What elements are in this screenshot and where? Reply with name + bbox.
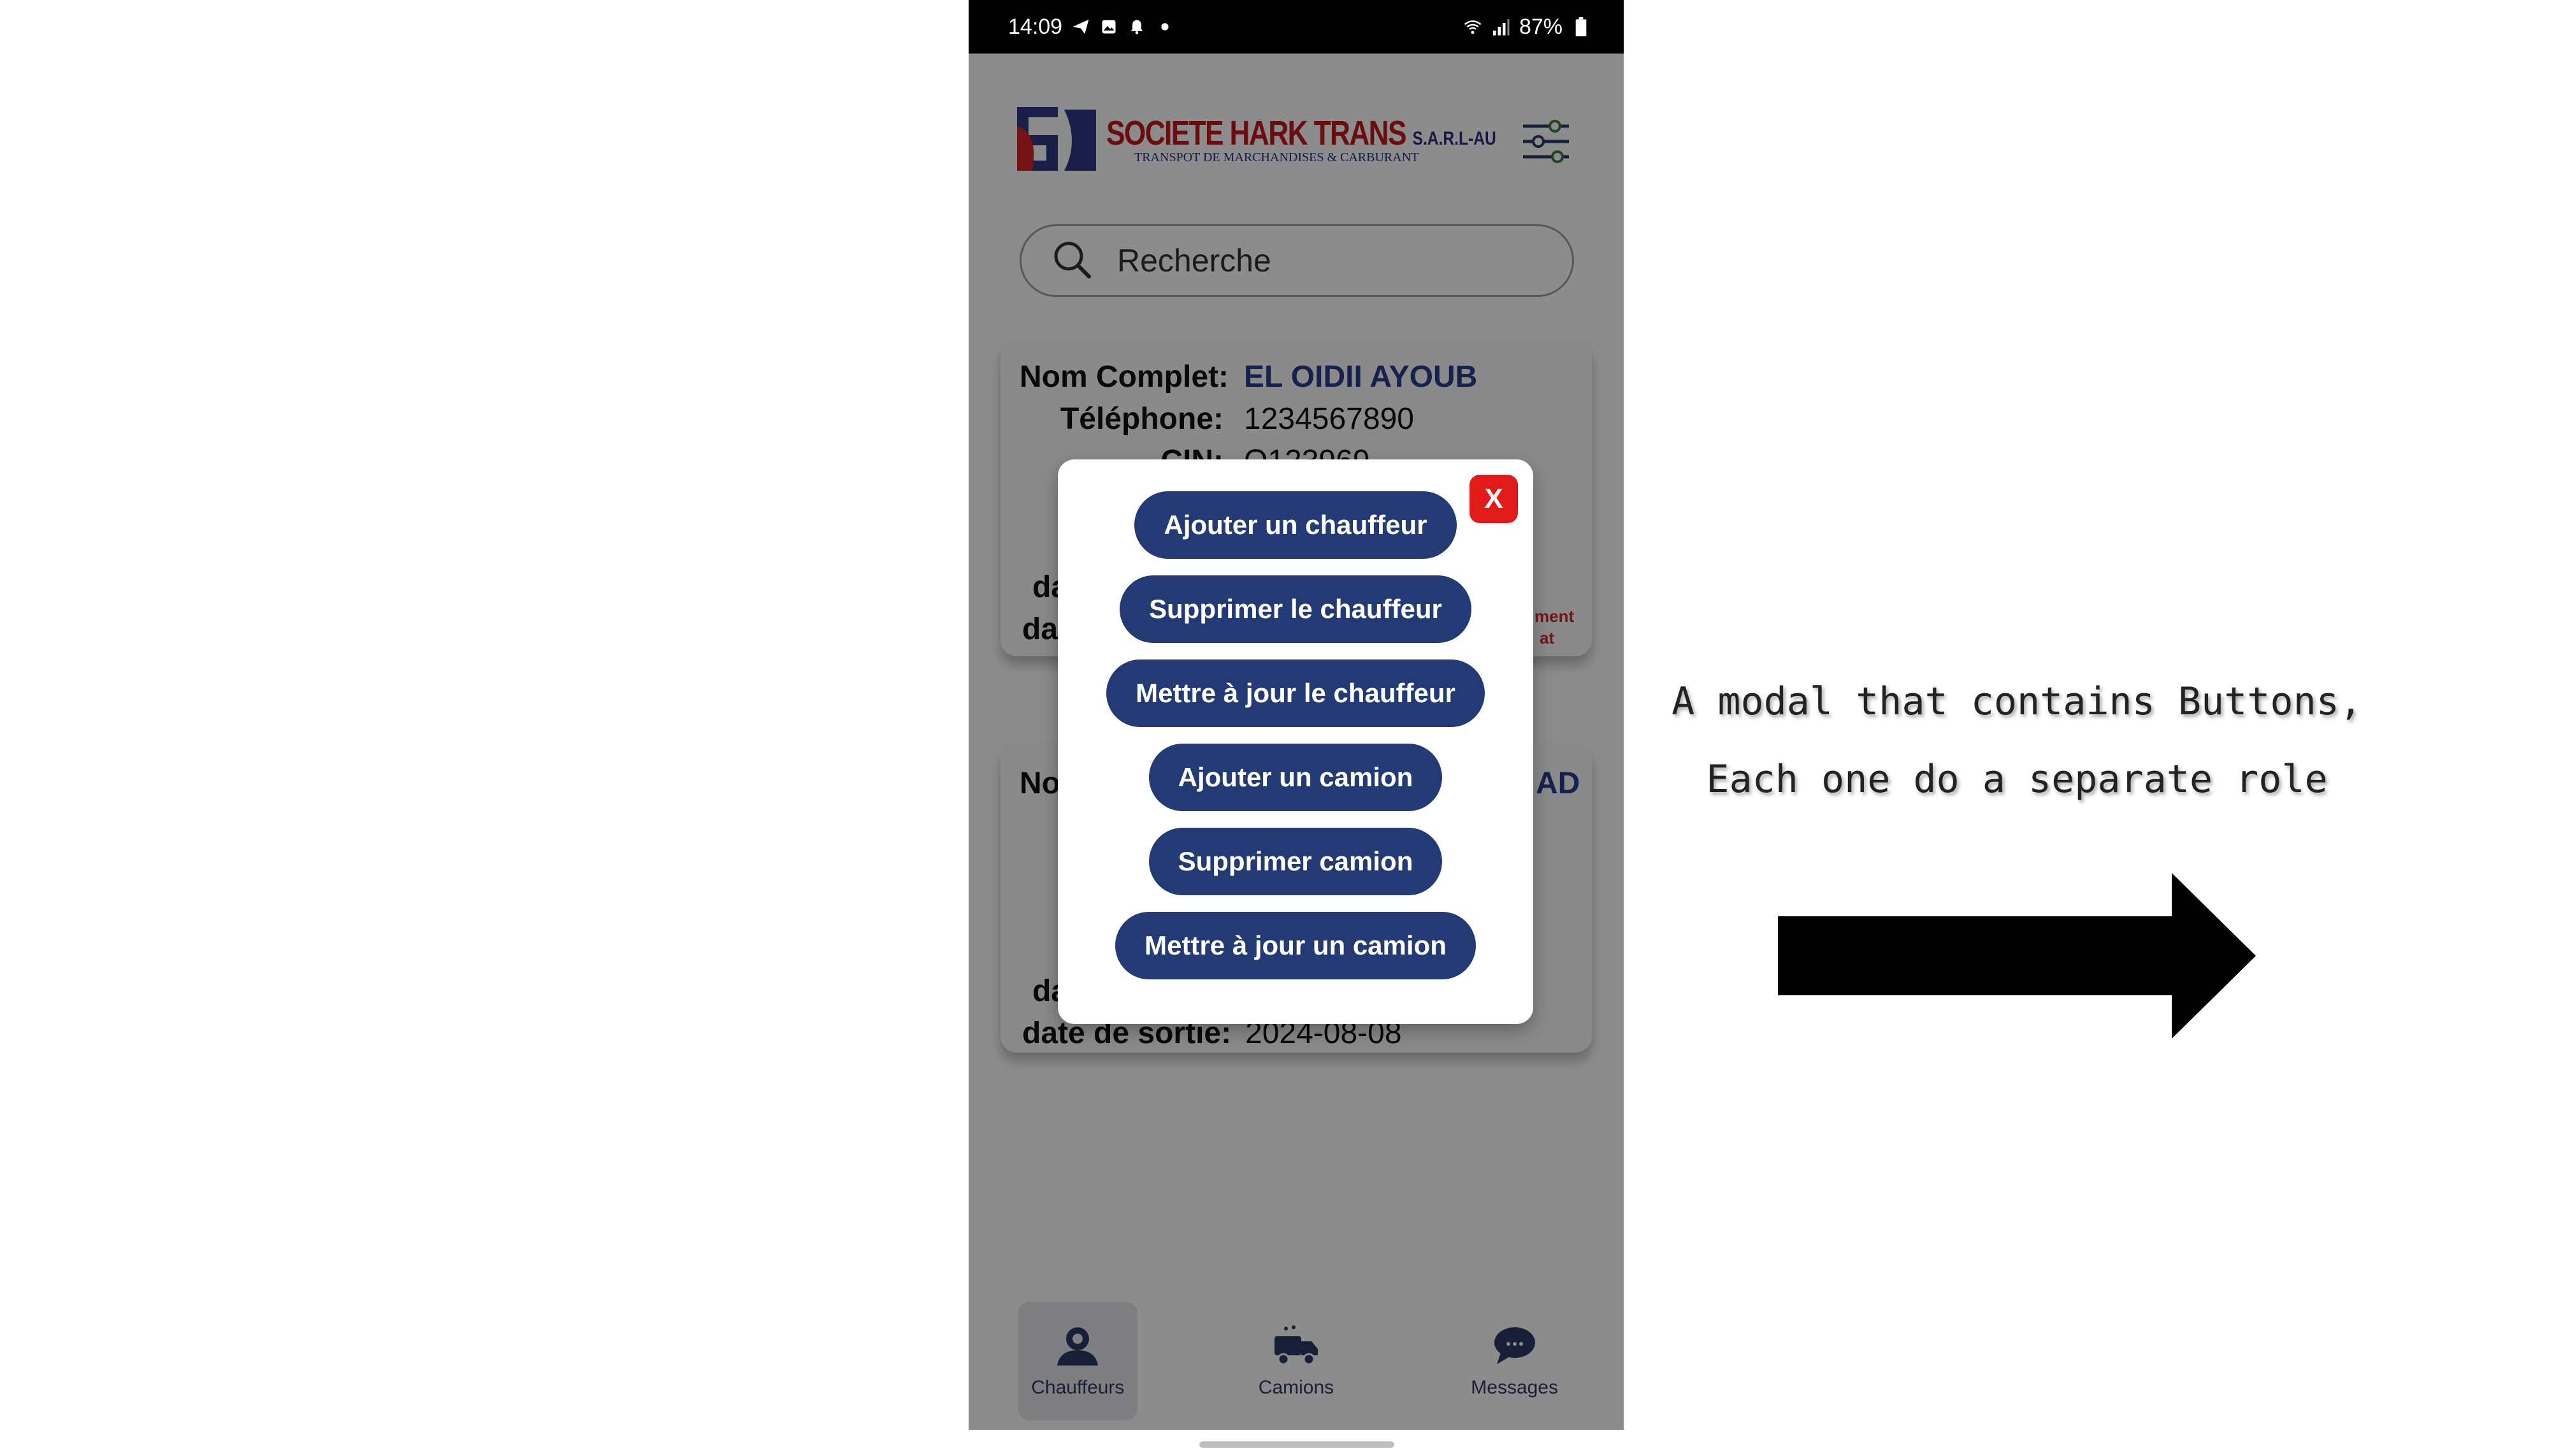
right-arrow-icon [1778, 873, 2256, 1039]
update-driver-button[interactable]: Mettre à jour le chauffeur [1106, 660, 1485, 727]
battery-percent: 87% [1519, 14, 1563, 39]
annotation-text: A modal that contains Buttons, Each one … [1622, 663, 2412, 818]
bell-icon [1127, 17, 1146, 36]
delete-truck-button[interactable]: Supprimer camion [1148, 828, 1443, 895]
update-truck-button[interactable]: Mettre à jour un camion [1115, 912, 1476, 979]
battery-icon [1571, 17, 1591, 36]
add-driver-button[interactable]: Ajouter un chauffeur [1134, 491, 1457, 559]
actions-modal: X Ajouter un chauffeur Supprimer le chau… [1058, 459, 1533, 1024]
delete-driver-button[interactable]: Supprimer le chauffeur [1120, 575, 1471, 643]
send-icon [1071, 17, 1090, 36]
home-indicator[interactable] [1199, 1441, 1394, 1448]
clock: 14:09 [1008, 14, 1063, 39]
annotation-line-1: A modal that contains Buttons, [1672, 679, 2362, 724]
add-truck-button[interactable]: Ajouter un camion [1148, 744, 1443, 811]
signal-icon [1491, 17, 1510, 36]
phone-screen: 14:09 87% SOCIETE HARK TRANS S.A.R.L-AU … [969, 0, 1624, 1456]
wifi-icon [1463, 17, 1482, 36]
gallery-icon [1099, 17, 1118, 36]
annotation-line-2: Each one do a separate role [1706, 757, 2328, 802]
dot-icon [1155, 17, 1174, 36]
status-bar: 14:09 87% [969, 0, 1624, 54]
